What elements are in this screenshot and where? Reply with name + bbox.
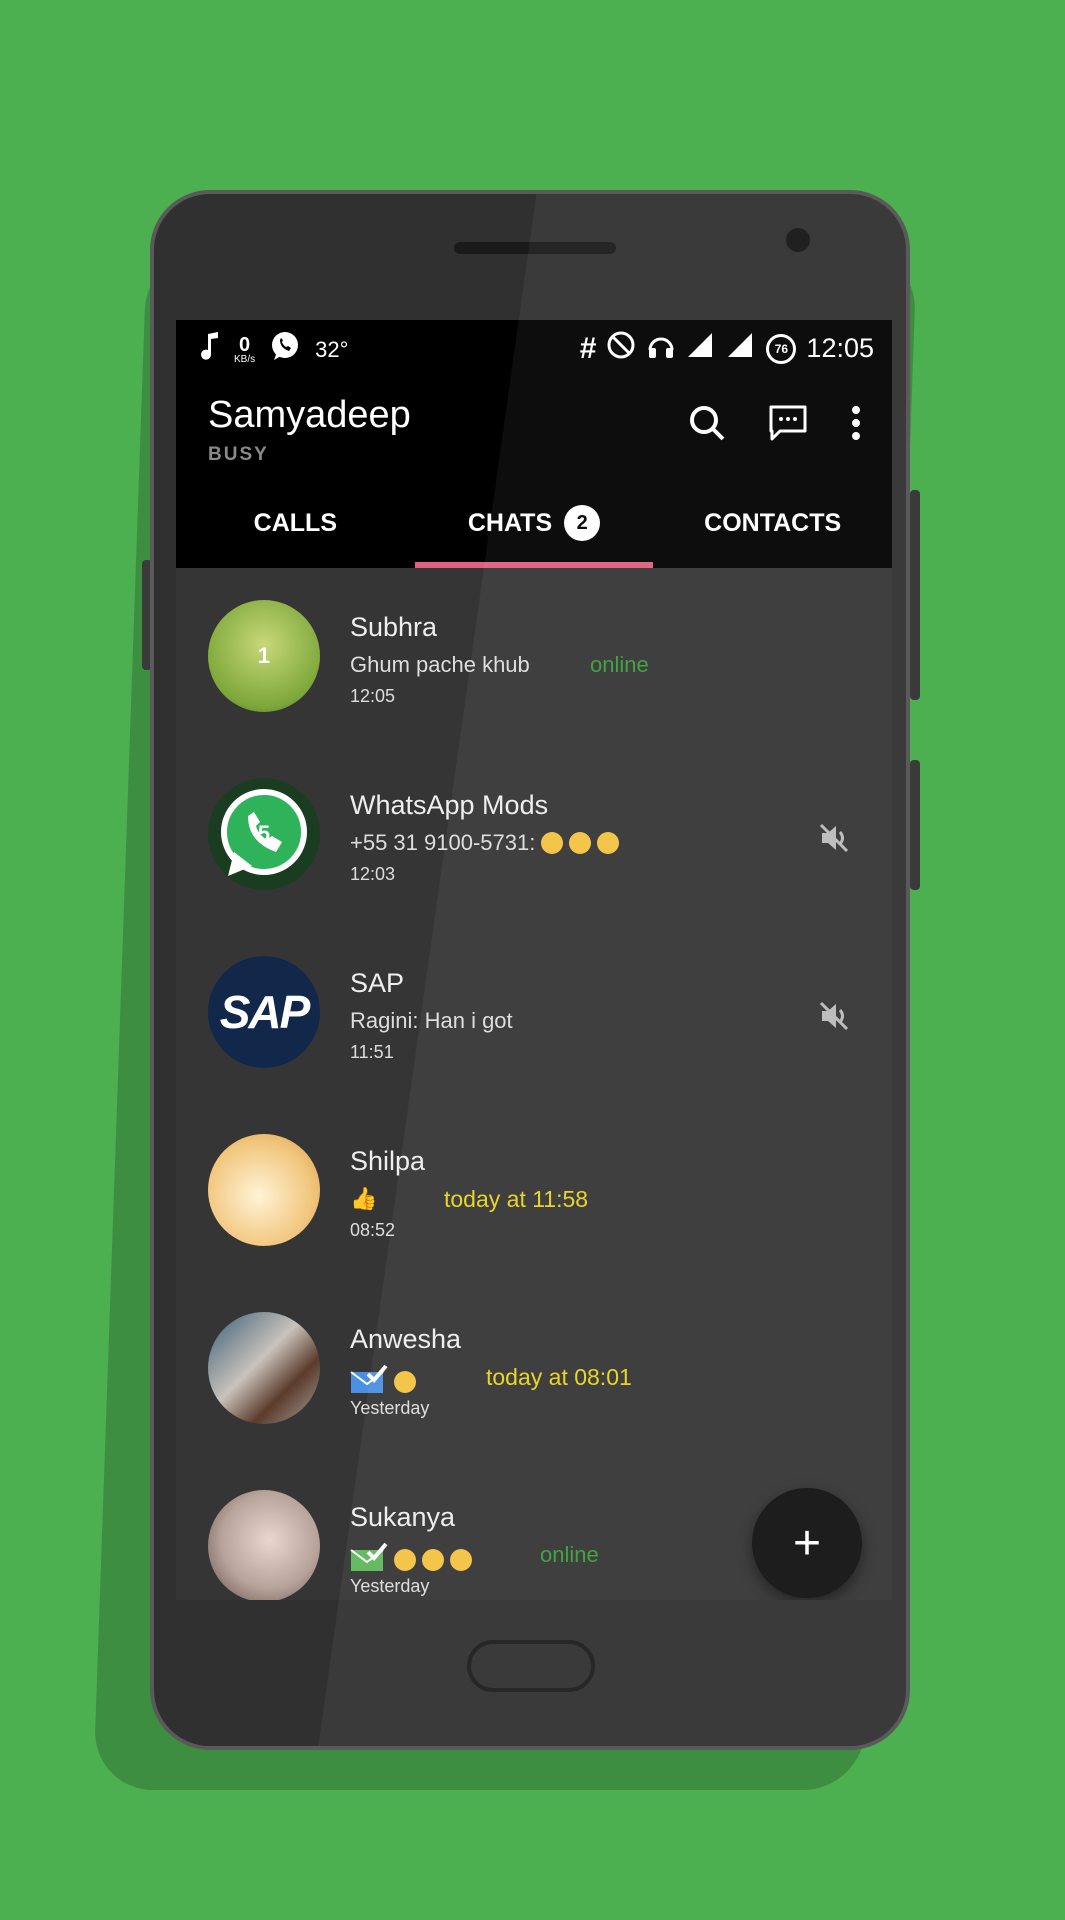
chat-row-anwesha[interactable]: Anwesha today at 08:01 Yesterday [176, 1280, 892, 1458]
chat-row-shilpa[interactable]: Shilpa 👍 today at 11:58 08:52 [176, 1102, 892, 1280]
read-receipt-mail-icon [350, 1364, 388, 1400]
chat-list: 1 Subhra Ghum pache khub online 12:05 5 … [176, 568, 892, 1600]
temperature: 32° [315, 336, 349, 362]
tab-bar: CALLS CHATS 2 CONTACTS [176, 478, 892, 568]
message-time: 12:03 [350, 864, 396, 884]
power-button [910, 490, 920, 700]
message-time: 11:51 [350, 1042, 394, 1062]
crying-emoji-icon [422, 1549, 444, 1571]
contact-name: Anwesha [350, 1324, 462, 1354]
message-preview: Ragini: Han i got [350, 1008, 513, 1033]
crying-emoji-icon [569, 832, 592, 854]
message-time: Yesterday [350, 1576, 430, 1596]
tab-chats[interactable]: CHATS 2 [414, 478, 654, 568]
new-chat-fab[interactable]: + [752, 1488, 862, 1598]
message-preview: Ghum pache khub [350, 652, 530, 677]
headphones-icon [646, 330, 676, 367]
whatsapp-icon [269, 330, 301, 369]
clock: 12:05 [806, 333, 874, 363]
more-options-icon[interactable] [850, 404, 862, 447]
last-seen: today at 11:58 [444, 1186, 589, 1212]
home-button[interactable] [467, 1640, 595, 1692]
crying-emoji-icon [450, 1549, 472, 1571]
message-preview [350, 1542, 472, 1578]
avatar: 5 [208, 778, 320, 890]
message-time: 12:05 [350, 686, 396, 706]
message-preview: 👍 [350, 1186, 377, 1212]
app-bar: Samyadeep BUSY [176, 376, 892, 478]
chat-row-sap[interactable]: SAP SAP Ragini: Han i got 11:51 [176, 924, 892, 1102]
contact-name: Sukanya [350, 1502, 456, 1532]
hashtag-icon: # [579, 331, 597, 365]
message-time: Yesterday [350, 1398, 430, 1418]
chat-row-whatsapp-mods[interactable]: 5 WhatsApp Mods +55 31 9100-5731: 12:03 [176, 746, 892, 924]
avatar: SAP [208, 956, 320, 1068]
message-preview: +55 31 9100-5731: [350, 830, 620, 856]
thumbs-up-icon: 👍 [350, 1186, 378, 1211]
new-chat-icon[interactable] [768, 404, 808, 447]
online-status: online [540, 1542, 599, 1567]
app-screen: 0 KB/s 32° # 76 12:05 Samyadeep BUSY CAL… [176, 320, 892, 1600]
battery-icon: 76 [766, 333, 797, 364]
last-seen: today at 08:01 [486, 1364, 632, 1390]
signal-icon [686, 331, 716, 366]
delivered-mail-icon [350, 1542, 388, 1578]
music-note-icon [200, 332, 220, 367]
network-speed: 0 KB/s [234, 333, 256, 365]
volume-button [910, 760, 920, 890]
phone-body: 0 KB/s 32° # 76 12:05 Samyadeep BUSY CAL… [150, 190, 910, 1750]
tab-contacts[interactable]: CONTACTS [653, 478, 892, 568]
front-camera [786, 228, 810, 252]
avatar [208, 1490, 320, 1600]
status-bar: 0 KB/s 32° # 76 12:05 [176, 320, 892, 376]
message-preview [350, 1364, 416, 1400]
crying-emoji-icon [394, 1549, 416, 1571]
contact-name: WhatsApp Mods [350, 790, 549, 820]
user-status: BUSY [208, 444, 269, 465]
muted-icon [818, 1000, 850, 1037]
message-time: 08:52 [350, 1220, 396, 1240]
avatar: 1 [208, 600, 320, 712]
search-icon[interactable] [688, 404, 726, 447]
earpiece-speaker [454, 242, 616, 254]
contact-name: SAP [350, 968, 405, 998]
signal-icon-2 [726, 331, 756, 366]
unread-count-badge: 2 [564, 505, 601, 541]
chat-row-subhra[interactable]: 1 Subhra Ghum pache khub online 12:05 [176, 568, 892, 746]
crying-emoji-icon [541, 832, 564, 854]
avatar [208, 1134, 320, 1246]
tab-calls[interactable]: CALLS [176, 478, 415, 568]
do-not-disturb-icon [606, 330, 636, 367]
app-title: Samyadeep [208, 394, 411, 436]
avatar [208, 1312, 320, 1424]
crying-emoji-icon [597, 832, 620, 854]
sad-emoji-icon [394, 1371, 416, 1393]
contact-name: Shilpa [350, 1146, 426, 1176]
online-status: online [590, 652, 649, 677]
muted-icon [818, 822, 850, 859]
contact-name: Subhra [350, 612, 438, 642]
